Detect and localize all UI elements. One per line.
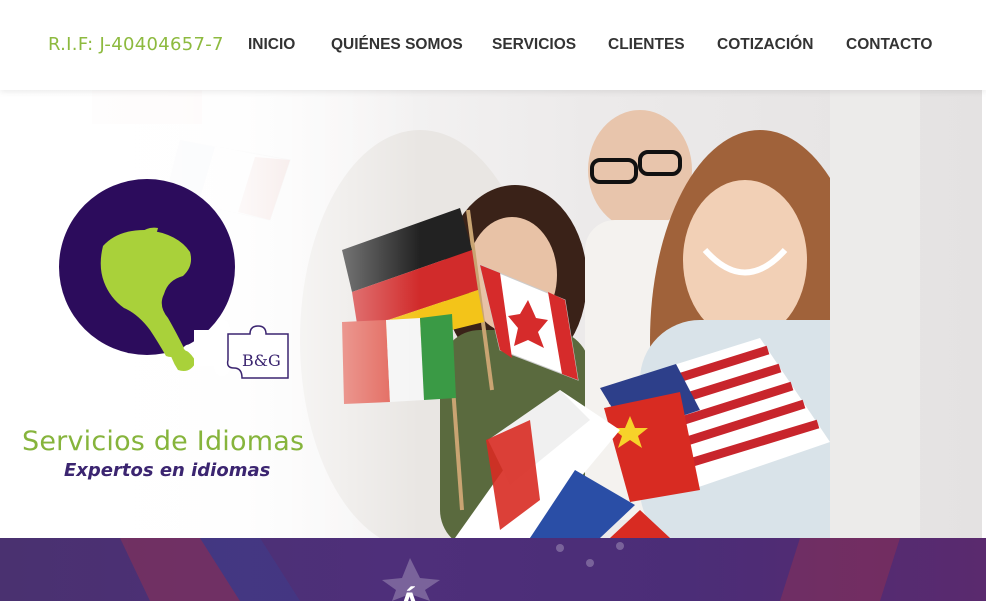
- logo-mark-text: B&G: [242, 351, 281, 370]
- nav-servicios[interactable]: SERVICIOS: [492, 36, 576, 54]
- band-flags-background: [120, 538, 900, 601]
- nav-contacto[interactable]: CONTACTO: [846, 36, 932, 54]
- site-header: R.I.F: J-40404657-7 INICIO QUIÉNES SOMOS…: [0, 0, 986, 90]
- globe-logo-icon: B&G: [59, 179, 289, 379]
- nav-quienes-somos[interactable]: QUIÉNES SOMOS: [331, 36, 463, 54]
- brand-tagline: Expertos en idiomas: [64, 460, 271, 481]
- brand-title: Servicios de Idiomas: [22, 426, 305, 457]
- rif-number: R.I.F: J-40404657-7: [48, 34, 224, 55]
- section-heading: Á: [398, 586, 421, 601]
- nav-clientes[interactable]: CLIENTES: [608, 36, 685, 54]
- hero-right-edge: [982, 90, 986, 538]
- company-logo[interactable]: B&G: [18, 134, 338, 394]
- nav-inicio[interactable]: INICIO: [248, 36, 295, 54]
- nav-cotizacion[interactable]: COTIZACIÓN: [717, 36, 813, 54]
- section-band: Á: [0, 538, 986, 601]
